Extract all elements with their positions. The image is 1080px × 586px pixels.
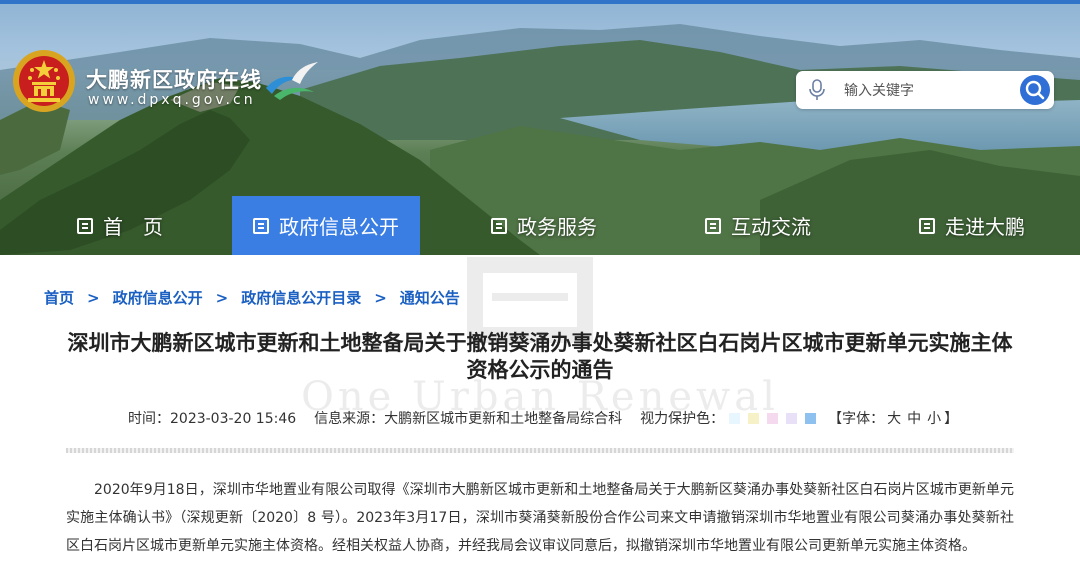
article-body: 2020年9月18日，深圳市华地置业有限公司取得《深圳市大鹏新区城市更新和土地整… xyxy=(66,482,1014,554)
nav-item-label: 政府信息公开 xyxy=(279,215,399,239)
publish-time: 2023-03-20 15:46 xyxy=(170,411,297,427)
list-icon xyxy=(705,217,721,234)
nav-item-label: 互动交流 xyxy=(731,215,811,239)
info-source: 大鹏新区城市更新和土地整备局综合科 xyxy=(384,411,623,427)
breadcrumb-link-notices[interactable]: 通知公告 xyxy=(400,287,460,308)
font-size-close: 】 xyxy=(944,411,959,427)
site-name[interactable]: 大鹏新区政府在线 xyxy=(86,64,262,94)
search-icon xyxy=(1025,80,1045,100)
font-size-control: 【字体：大中小】 xyxy=(828,411,958,427)
breadcrumb-separator: > xyxy=(215,289,229,307)
eye-protection-label: 视力保护色： xyxy=(640,411,725,427)
list-icon xyxy=(77,217,93,234)
nav-item-about[interactable]: 走进大鹏 xyxy=(888,196,1056,255)
eye-color-swatch-4[interactable] xyxy=(785,413,797,424)
search-button[interactable] xyxy=(1020,75,1050,105)
source-label: 信息来源： xyxy=(314,411,385,427)
eye-color-swatch-1[interactable] xyxy=(728,413,740,424)
breadcrumb: 首页 > 政府信息公开 > 政府信息公开目录 > 通知公告 xyxy=(44,287,460,308)
header-banner: 大鹏新区政府在线 www.dpxq.gov.cn 首 页 政府信息公开 政务服务 xyxy=(0,0,1080,255)
font-size-medium[interactable]: 中 xyxy=(907,411,921,427)
nav-item-label: 政务服务 xyxy=(517,215,597,239)
breadcrumb-separator: > xyxy=(87,289,100,307)
time-label: 时间： xyxy=(128,411,170,427)
nav-item-home[interactable]: 首 页 xyxy=(40,196,200,255)
district-logo-icon xyxy=(266,62,318,100)
font-size-small[interactable]: 小 xyxy=(927,411,941,427)
divider xyxy=(66,448,1014,453)
list-icon xyxy=(919,217,935,234)
font-size-large[interactable]: 大 xyxy=(887,411,901,427)
nav-item-label: 首 页 xyxy=(103,215,163,239)
breadcrumb-link-catalog[interactable]: 政府信息公开目录 xyxy=(241,287,361,308)
microphone-icon[interactable] xyxy=(806,78,828,102)
breadcrumb-link-home[interactable]: 首页 xyxy=(44,287,74,308)
search-input[interactable] xyxy=(842,79,1006,103)
list-icon xyxy=(491,217,507,234)
top-accent-line xyxy=(0,0,1080,4)
font-size-open: 【字体： xyxy=(828,411,885,427)
list-icon xyxy=(253,217,269,234)
search-box xyxy=(796,71,1054,109)
eye-color-swatch-5[interactable] xyxy=(804,413,816,424)
eye-color-swatch-2[interactable] xyxy=(747,413,759,424)
nav-item-label: 走进大鹏 xyxy=(945,215,1025,239)
national-emblem-icon xyxy=(13,50,75,112)
breadcrumb-separator: > xyxy=(374,289,387,307)
nav-item-interaction[interactable]: 互动交流 xyxy=(674,196,842,255)
eye-color-swatch-3[interactable] xyxy=(766,413,778,424)
breadcrumb-link-gov-info[interactable]: 政府信息公开 xyxy=(113,287,203,308)
nav-item-gov-info[interactable]: 政府信息公开 xyxy=(232,196,420,255)
article-meta: 时间：2023-03-20 15:46 信息来源：大鹏新区城市更新和土地整备局综合… xyxy=(128,408,958,428)
article-title: 深圳市大鹏新区城市更新和土地整备局关于撤销葵涌办事处葵新社区白石岗片区城市更新单… xyxy=(67,331,1013,382)
site-url[interactable]: www.dpxq.gov.cn xyxy=(88,92,256,108)
nav-item-services[interactable]: 政务服务 xyxy=(460,196,628,255)
